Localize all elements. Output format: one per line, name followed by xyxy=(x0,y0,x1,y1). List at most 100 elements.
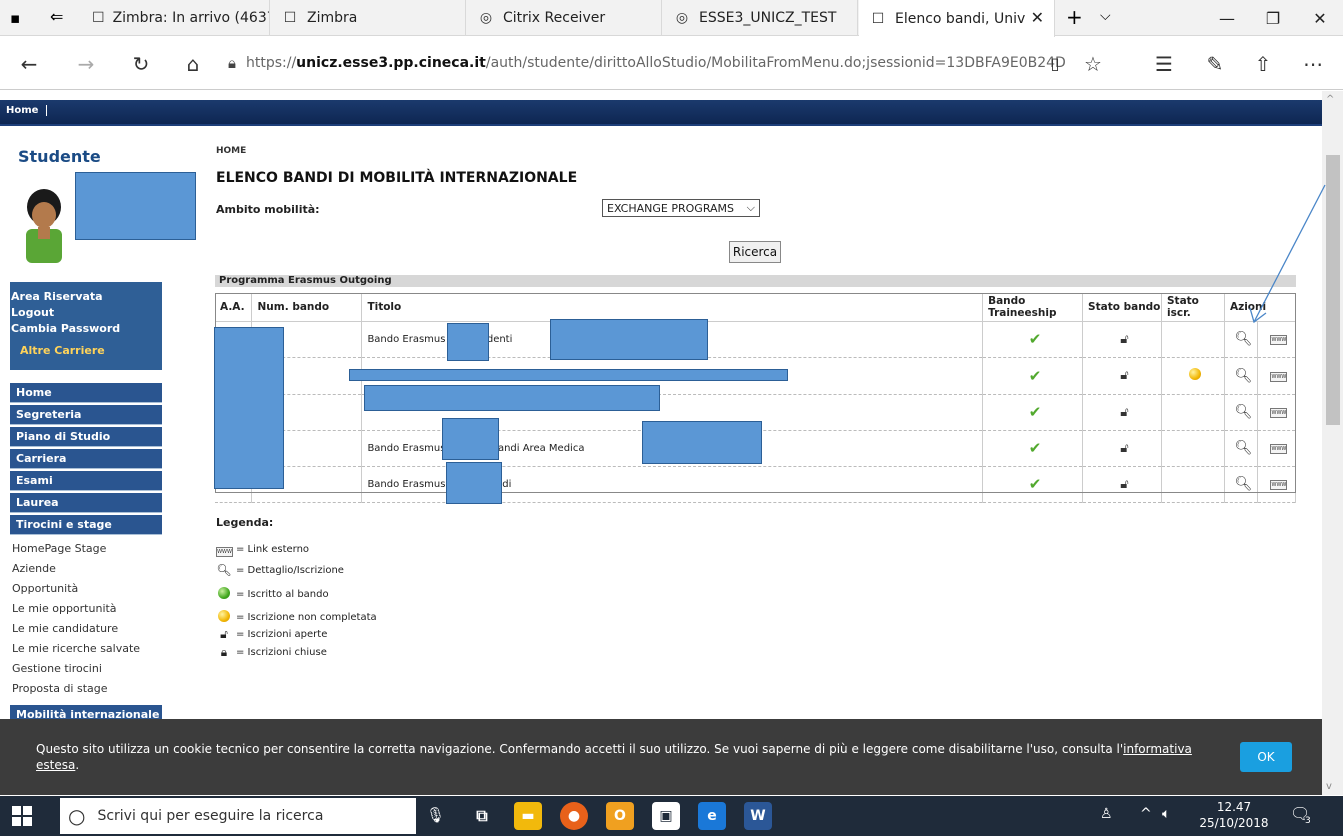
taskbar-clock[interactable]: 12.47 25/10/2018 xyxy=(1198,799,1270,831)
open-lock-icon: 🔓︎ xyxy=(1082,321,1162,358)
legend-text: = Iscrizioni aperte xyxy=(236,629,328,640)
page-icon: ☐ xyxy=(92,10,105,26)
taskbar-search-input[interactable]: ○ Scrivi qui per eseguire la ricerca 🎙︎ xyxy=(60,798,445,834)
tab-citrix-receiver[interactable]: ◎ Citrix Receiver xyxy=(467,0,662,36)
more-icon[interactable]: ⋯ xyxy=(1298,49,1328,79)
store-icon[interactable]: ▣ xyxy=(652,802,680,830)
zoom-icon[interactable]: 🔍︎ xyxy=(1224,394,1258,431)
firefox-icon[interactable]: ● xyxy=(560,802,588,830)
www-icon[interactable]: WWW xyxy=(1270,335,1288,345)
section-header: Programma Erasmus Outgoing xyxy=(215,275,1296,287)
yellow-dot-icon xyxy=(1189,368,1202,380)
check-icon: ✔ xyxy=(982,430,1084,467)
redaction-block xyxy=(642,421,762,464)
set-aside-tabs-icon[interactable]: ⇐ xyxy=(50,7,63,26)
open-lock-icon: 🔓︎ xyxy=(1082,357,1162,395)
home-icon[interactable]: ⌂ xyxy=(178,49,208,79)
nav-home-link[interactable]: Home xyxy=(6,105,48,116)
table-row: Bando Erasmus T Dottorandi ✔ 🔓︎ 🔍︎ WWW xyxy=(215,466,1297,503)
tray-chevron-icon[interactable]: ^ xyxy=(1140,806,1152,822)
legend-text: = Iscritto al bando xyxy=(236,589,329,600)
cambia-password-link[interactable]: Cambia Password xyxy=(10,321,162,337)
zoom-icon[interactable]: 🔍︎ xyxy=(1224,466,1258,503)
www-icon[interactable]: WWW xyxy=(1270,408,1288,418)
chevron-down-icon: ⌵ xyxy=(746,201,755,214)
tab-preview-chevron-icon[interactable]: ⌵ xyxy=(1100,8,1111,24)
logout-link[interactable]: Logout xyxy=(10,305,162,321)
new-tab-icon[interactable]: + xyxy=(1066,5,1083,29)
sidebar-item-carriera[interactable]: Carriera xyxy=(10,449,162,469)
www-icon[interactable]: WWW xyxy=(1270,371,1288,382)
sidebar-subitem-le-mie-opportunita[interactable]: Le mie opportunità xyxy=(12,599,117,619)
restore-icon[interactable]: ❐ xyxy=(1250,0,1296,36)
word-icon[interactable]: W xyxy=(744,802,772,830)
back-icon[interactable]: ← xyxy=(14,49,44,79)
cookie-banner: Questo sito utilizza un cookie tecnico p… xyxy=(0,719,1322,795)
scroll-down-icon[interactable]: v xyxy=(1326,781,1332,792)
url-input[interactable]: 🔒︎ https://unicz.esse3.pp.cineca.it/auth… xyxy=(228,44,1068,82)
altre-carriere-link[interactable]: Altre Carriere xyxy=(10,343,162,359)
sidebar-item-home[interactable]: Home xyxy=(10,383,162,403)
www-icon: WWW xyxy=(216,547,233,557)
tab-elenco-bandi[interactable]: ☐ Elenco bandi, Univ ✕ xyxy=(859,0,1055,37)
sidebar-item-segreteria[interactable]: Segreteria xyxy=(10,405,162,425)
open-lock-icon: 🔓︎ xyxy=(1082,466,1162,503)
sidebar-subitem-aziende[interactable]: Aziende xyxy=(12,559,56,579)
legend-text: = Link esterno xyxy=(236,544,310,555)
citrix-icon: ◎ xyxy=(479,10,493,26)
sidebar-subitem-homepage-stage[interactable]: HomePage Stage xyxy=(12,539,106,559)
sidebar-subitem-ricerche-salvate[interactable]: Le mie ricerche salvate xyxy=(12,639,140,659)
ambito-select[interactable]: EXCHANGE PROGRAMS ⌵ xyxy=(602,199,760,217)
file-explorer-icon[interactable]: ▬ xyxy=(514,802,542,830)
column-header: Stato iscr. xyxy=(1161,293,1225,322)
reading-view-icon[interactable]: ▯ xyxy=(1040,49,1070,79)
search-button[interactable]: Ricerca xyxy=(729,241,781,263)
www-icon[interactable]: WWW xyxy=(1270,480,1288,490)
edge-icon[interactable]: e xyxy=(698,802,726,830)
forward-icon[interactable]: → xyxy=(71,49,101,79)
sidebar-item-piano-di-studio[interactable]: Piano di Studio xyxy=(10,427,162,447)
sidebar-subitem-opportunita[interactable]: Opportunità xyxy=(12,579,78,599)
sidebar-item-tirocini-e-stage[interactable]: Tirocini e stage xyxy=(10,515,162,535)
tab-label: Zimbra: In arrivo (4637 xyxy=(112,10,270,26)
task-view-icon[interactable]: ⧉ xyxy=(468,802,496,830)
tab-zimbra-inbox[interactable]: ☐ Zimbra: In arrivo (4637 xyxy=(82,0,270,36)
favorite-star-icon[interactable]: ☆ xyxy=(1078,49,1108,79)
share-icon[interactable]: ⇧ xyxy=(1248,49,1278,79)
legend-item: WWW = Link esterno xyxy=(216,542,309,557)
sidebar-subitem-le-mie-candidature[interactable]: Le mie candidature xyxy=(12,619,118,639)
cookie-ok-button[interactable]: OK xyxy=(1240,742,1292,772)
column-header: Bando Traineeship xyxy=(982,293,1084,322)
sidebar-subitem-gestione-tirocini[interactable]: Gestione tirocini xyxy=(12,659,102,679)
scroll-up-icon[interactable]: ^ xyxy=(1326,94,1334,105)
zoom-icon[interactable]: 🔍︎ xyxy=(1224,357,1258,395)
legend-item: 🔒︎ = Iscrizioni chiuse xyxy=(216,645,327,660)
zoom-icon[interactable]: 🔍︎ xyxy=(1224,430,1258,467)
sidebar-subitem-proposta-di-stage[interactable]: Proposta di stage xyxy=(12,679,108,699)
refresh-icon[interactable]: ↻ xyxy=(126,49,156,79)
breadcrumb[interactable]: HOME xyxy=(216,146,246,156)
tab-zimbra[interactable]: ☐ Zimbra xyxy=(271,0,466,36)
minimize-icon[interactable]: — xyxy=(1204,0,1250,36)
browser-tab-bar: ▪ ⇐ ☐ Zimbra: In arrivo (4637 ☐ Zimbra ◎… xyxy=(0,0,1343,37)
legend-item: = Iscritto al bando xyxy=(216,587,329,602)
windows-taskbar: ○ Scrivi qui per eseguire la ricerca 🎙︎ … xyxy=(0,796,1343,836)
outlook-icon[interactable]: O xyxy=(606,802,634,830)
windows-start-icon[interactable] xyxy=(12,806,32,826)
sidebar-item-laurea[interactable]: Laurea xyxy=(10,493,162,513)
tab-esse3-test[interactable]: ◎ ESSE3_UNICZ_TEST xyxy=(663,0,858,36)
clock-date: 25/10/2018 xyxy=(1199,816,1269,830)
people-icon[interactable]: ♙ xyxy=(1100,806,1113,822)
volume-muted-icon[interactable]: 🔈︎ xyxy=(1162,806,1170,822)
pen-icon[interactable]: ✎ xyxy=(1200,49,1230,79)
legend-text: = Dettaglio/Iscrizione xyxy=(236,564,344,576)
tab-label: Zimbra xyxy=(307,10,358,26)
redaction-block xyxy=(349,369,788,381)
close-tab-icon[interactable]: ✕ xyxy=(1031,8,1044,27)
close-window-icon[interactable]: ✕ xyxy=(1297,0,1343,36)
favorites-hub-icon[interactable]: ☰ xyxy=(1149,49,1179,79)
microphone-icon[interactable]: 🎙︎ xyxy=(426,806,445,824)
www-icon[interactable]: WWW xyxy=(1270,444,1288,454)
sidebar-item-esami[interactable]: Esami xyxy=(10,471,162,491)
tab-actions-icon[interactable]: ▪ xyxy=(10,9,20,27)
